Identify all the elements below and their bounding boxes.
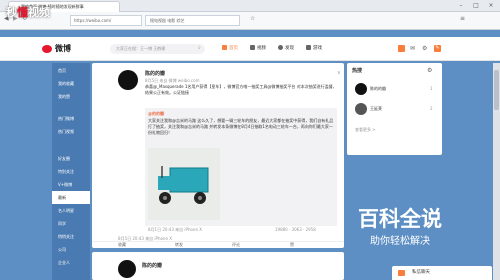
chat-label: 私信聊天 <box>412 270 430 275</box>
scrollbar-thumb[interactable] <box>494 70 499 110</box>
nav-video-label: 视频 <box>257 46 266 51</box>
author-avatar[interactable] <box>118 70 138 90</box>
discover-icon <box>278 45 283 50</box>
nav-discover[interactable]: 发现 <box>278 45 294 53</box>
video-icon <box>250 45 255 50</box>
chat-icon <box>398 270 405 276</box>
comment-count: 3063 <box>291 227 302 232</box>
sidebar-item-latest[interactable]: 最新 <box>52 191 90 204</box>
nav-game[interactable]: 游戏 <box>306 45 322 53</box>
sidebar-item-secret[interactable]: 悄悄关注 <box>52 230 90 243</box>
panel-settings-icon[interactable]: ⚙ <box>427 67 432 74</box>
sidebar-item-hot-video[interactable]: 热门视频 <box>52 125 90 138</box>
author-avatar-2[interactable] <box>118 260 136 278</box>
like-count: 2958 <box>305 227 316 232</box>
chat-bar[interactable]: 私信聊天 <box>392 266 492 280</box>
watermark-right: 视频 <box>28 6 50 19</box>
browser-search-input[interactable]: 搜电视剧 电影 综艺 <box>145 15 240 26</box>
watermark-title: 百科全说 <box>358 207 442 231</box>
right-item-name-1[interactable]: 陈的的瓣 <box>370 86 386 92</box>
sidebar-item-enterprise[interactable]: 企业人 <box>52 256 90 269</box>
repost-meta: 8月1日 20:43 来自 iPhone X <box>148 227 202 232</box>
repost-count: 19880 <box>275 227 288 232</box>
right-item-name-2[interactable]: 王延莱 <box>370 106 382 112</box>
minimize-button[interactable]: – <box>455 1 467 11</box>
search-icon[interactable]: ⌕ <box>198 45 201 51</box>
post-actions <box>92 241 344 248</box>
sidebar-item-classmates[interactable]: 同学 <box>52 217 90 230</box>
sidebar-item-special[interactable]: 特别关注 <box>52 165 90 178</box>
star-icon[interactable]: ☆ <box>250 15 258 23</box>
home-icon <box>222 45 227 50</box>
sidebar-item-likes[interactable]: 我的赞 <box>52 90 90 103</box>
post-author[interactable]: 陈的的瓣 <box>145 70 165 77</box>
right-panel-title: 热搜 <box>352 68 363 74</box>
close-window-button[interactable]: × <box>485 1 497 11</box>
post2-author[interactable]: 陈的的瓣 <box>142 262 162 269</box>
tricycle-illustration <box>158 166 209 204</box>
weibo-eye-icon <box>42 44 52 53</box>
sidebar-item-hot[interactable]: 热门微博 <box>52 112 90 125</box>
weibo-search-input[interactable]: 大家正在搜：王一博 王鹤棣 <box>110 44 205 54</box>
action-repost[interactable]: 转发 <box>175 242 183 248</box>
sidebar-item-home[interactable]: 首页 <box>52 64 90 77</box>
nav-video[interactable]: 视频 <box>250 45 266 53</box>
user-avatar-icon[interactable] <box>398 45 405 52</box>
watermark-subtitle: 助你轻松解决 <box>370 236 430 247</box>
post-menu-icon[interactable]: ∨ <box>337 70 341 76</box>
nav-home[interactable]: 首页 <box>222 45 238 53</box>
maximize-button[interactable]: □ <box>470 1 482 11</box>
right-item-avatar-1[interactable] <box>355 83 367 95</box>
action-like[interactable]: 赞 <box>290 242 294 248</box>
sidebar-item-company[interactable]: 公司 <box>52 243 90 256</box>
repost-stats: 19880 · 3063 · 2958 <box>275 227 316 232</box>
right-item-value-2: 2 <box>430 106 433 111</box>
tricycle-image[interactable] <box>148 148 220 220</box>
action-comment[interactable]: 评论 <box>232 242 240 248</box>
watermark-mid: 懂 <box>17 6 28 19</box>
settings-icon[interactable]: ⚙ <box>422 45 427 52</box>
right-item-value-1: 1 <box>430 86 433 91</box>
post-body: 恭喜@_Masquerade 1名用户获得【皇车】，微博官方唯一抽奖工具@微博抽… <box>145 84 337 95</box>
nav-home-label: 首页 <box>229 46 238 51</box>
compose-icon[interactable]: ✎ <box>434 45 441 52</box>
repost-author[interactable]: @的的瓣 <box>148 111 164 117</box>
action-favorite[interactable]: 收藏 <box>118 242 126 248</box>
sidebar-item-friends[interactable]: 好友圈 <box>52 152 90 165</box>
game-icon <box>306 45 311 50</box>
right-item-avatar-2[interactable] <box>355 103 367 115</box>
video-brand-watermark: 秒懂视频 <box>6 4 50 20</box>
sidebar-item-celebs[interactable]: 名人明星 <box>52 204 90 217</box>
right-panel-more[interactable]: 查看更多 > <box>355 127 376 133</box>
nav-game-label: 游戏 <box>313 46 322 51</box>
repost-body: 大家关注我和@吉米的马路 这么久了，想要一辆三轮车的朋友，最近大家都在抽奖中获得… <box>148 118 334 135</box>
address-input[interactable]: https://weibo.com/ <box>70 15 142 26</box>
nav-discover-label: 发现 <box>285 46 294 51</box>
sidebar-item-favorites[interactable]: 我的收藏 <box>52 77 90 90</box>
sidebar-item-vplus[interactable]: V+微博 <box>52 178 90 191</box>
logo-text: 微博 <box>55 44 71 53</box>
menu-icon[interactable]: ≡ <box>460 15 468 23</box>
watermark-left: 秒 <box>6 6 17 19</box>
mail-icon[interactable]: ✉ <box>410 45 415 52</box>
weibo-logo[interactable]: 微博 <box>42 41 92 57</box>
